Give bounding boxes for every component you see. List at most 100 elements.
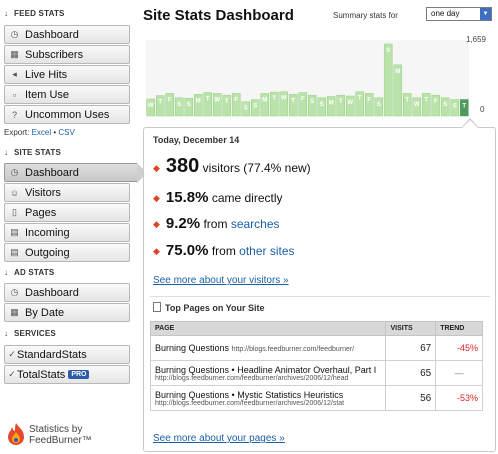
chart-day-label: F [168, 97, 172, 103]
chart-day-label: W [281, 96, 287, 102]
sidebar-item-label: Item Use [25, 88, 70, 101]
col-trend-header: TREND [435, 321, 483, 336]
sidebar-item-label: By Date [25, 306, 65, 319]
sidebar-item-label: Visitors [25, 186, 61, 199]
search-percent: 9.2% [165, 215, 201, 232]
brand-line1: Statistics by [29, 424, 83, 435]
chart-day-label: T [225, 99, 229, 105]
page-cell: Burning Questions • Headline Animator Ov… [149, 360, 387, 386]
page-url: http://blogs.feedburner.com/feedburner/ [231, 346, 355, 353]
chart-day-label: W [214, 97, 220, 103]
chart-day-label: T [158, 100, 162, 106]
chart-day-label: T [272, 96, 276, 102]
bullet-icon: ◆ [153, 193, 160, 204]
chart-day-label: M [262, 97, 267, 103]
chart-day-label: S [377, 102, 381, 108]
period-select[interactable]: one day ▼ [426, 7, 492, 21]
col-page-header: PAGE [149, 321, 387, 336]
dashboard-icon: ◷ [10, 167, 19, 177]
down-arrow-icon: ↓ [4, 329, 9, 338]
sidebar-item-feed-dashboard[interactable]: ◷ Dashboard [4, 25, 130, 44]
trend-cell: -45% [435, 335, 483, 361]
table-row[interactable]: Burning Questions • Mystic Statistics He… [149, 385, 483, 411]
dashboard-icon: ◷ [10, 29, 19, 39]
chart-day-label: M [395, 69, 400, 75]
sidebar-item-outgoing[interactable]: ▤ Outgoing [4, 243, 130, 262]
sidebar-item-by-date[interactable]: ▦ By Date [4, 303, 130, 322]
more-visitors-link[interactable]: See more about your visitors » [153, 275, 289, 286]
sidebar: ↓ FEED STATS ◷ Dashboard ▦ Subscribers ◂ Liv… [0, 0, 147, 454]
table-row[interactable]: Burning Questions http://blogs.feedburne… [149, 335, 483, 361]
chart-day-label: S [453, 104, 457, 110]
sidebar-item-item-use[interactable]: ▫ Item Use [4, 85, 130, 104]
subscribers-icon: ▦ [10, 49, 19, 59]
down-arrow-icon: ↓ [4, 9, 9, 18]
sidebar-item-standardstats[interactable]: ✓ StandardStats [4, 345, 130, 364]
check-icon: ✓ [8, 369, 16, 379]
other-percent: 75.0% [165, 242, 209, 259]
pro-badge: PRO [68, 370, 90, 379]
chart-day-label: T [206, 97, 210, 103]
export-excel-link[interactable]: Excel [32, 128, 52, 137]
visits-cell: 56 [385, 385, 437, 411]
table-header-row: PAGE VISITS TREND [149, 321, 483, 336]
visitors-text: visitors (77.4% new) [202, 161, 311, 175]
calendar-icon: ▦ [10, 307, 19, 317]
table-row[interactable]: Burning Questions • Headline Animator Ov… [149, 360, 483, 386]
sidebar-item-label: Incoming [25, 226, 70, 239]
sidebar-item-ad-dashboard[interactable]: ◷ Dashboard [4, 283, 130, 302]
chart-day-label: S [386, 48, 390, 54]
export-links: Export: Excel • CSV [4, 128, 75, 137]
page-cell: Burning Questions • Mystic Statistics He… [149, 385, 387, 411]
check-icon: ✓ [8, 349, 16, 359]
chart-bar[interactable] [383, 43, 393, 117]
sidebar-item-incoming[interactable]: ▤ Incoming [4, 223, 130, 242]
chart-day-label: T [358, 96, 362, 102]
live-hits-icon: ◂ [12, 69, 17, 79]
down-arrow-icon: ↓ [4, 148, 9, 157]
sidebar-item-live-hits[interactable]: ◂ Live Hits [4, 65, 130, 84]
dashboard-icon: ◷ [10, 287, 19, 297]
divider [150, 296, 490, 297]
sidebar-item-label: StandardStats [17, 348, 87, 361]
sidebar-item-visitors[interactable]: ☺ Visitors [4, 183, 130, 202]
direct-percent: 15.8% [165, 189, 209, 206]
sidebar-item-label: Uncommon Uses [25, 108, 110, 121]
chevron-down-icon[interactable]: ▼ [480, 8, 491, 20]
direct-stat: ◆ 15.8% came directly [153, 189, 283, 206]
summary-stats-label: Summary stats for [333, 11, 398, 20]
searches-link[interactable]: searches [231, 217, 280, 231]
sidebar-item-uncommon-uses[interactable]: ? Uncommon Uses [4, 105, 130, 124]
panel-pointer-inner [462, 120, 478, 128]
other-sites-stat: ◆ 75.0% from other sites [153, 242, 295, 259]
visits-cell: 67 [385, 335, 437, 361]
sidebar-item-subscribers[interactable]: ▦ Subscribers [4, 45, 130, 64]
document-icon [153, 302, 161, 312]
bullet-icon: ◆ [153, 163, 160, 174]
visits-chart-svg: 1,6590WT FS SM T W T FS SM T W T F S S M T WT FSSMTWT F S S T [146, 35, 487, 117]
chart-day-label: S [320, 102, 324, 108]
other-pre: from [211, 244, 236, 258]
chart-day-label: S [187, 102, 191, 108]
export-csv-link[interactable]: CSV [58, 128, 74, 137]
more-pages-link[interactable]: See more about your pages » [153, 433, 285, 444]
page-title-text: Burning Questions • Headline Animator Ov… [155, 364, 377, 375]
y-max-label: 1,659 [466, 35, 487, 44]
other-sites-link[interactable]: other sites [239, 244, 294, 258]
incoming-icon: ▤ [10, 227, 19, 237]
outgoing-icon: ▤ [10, 247, 19, 257]
top-pages-heading: Top Pages on Your Site [153, 302, 265, 313]
sidebar-item-label: Dashboard [25, 166, 79, 179]
chart-day-label: W [414, 102, 420, 108]
period-select-value: one day [431, 9, 460, 18]
sidebar-item-label: Dashboard [25, 28, 79, 41]
sidebar-item-pages[interactable]: ▯ Pages [4, 203, 130, 222]
visits-chart: 1,659 0 W T F S S M T W T F S S M T W T F S S M T W T F S S M T W T F S S T [143, 28, 496, 123]
visitors-icon: ☺ [9, 187, 20, 198]
sidebar-item-site-dashboard[interactable]: ◷ Dashboard [4, 163, 147, 183]
visitors-stat: ◆ 380 visitors (77.4% new) [153, 155, 311, 178]
sidebar-item-totalstats[interactable]: ✓ TotalStats PRO [4, 365, 130, 384]
sidebar-item-label: Dashboard [25, 286, 79, 299]
visits-cell: 65 [385, 360, 437, 386]
chart-day-label: S [310, 99, 314, 105]
